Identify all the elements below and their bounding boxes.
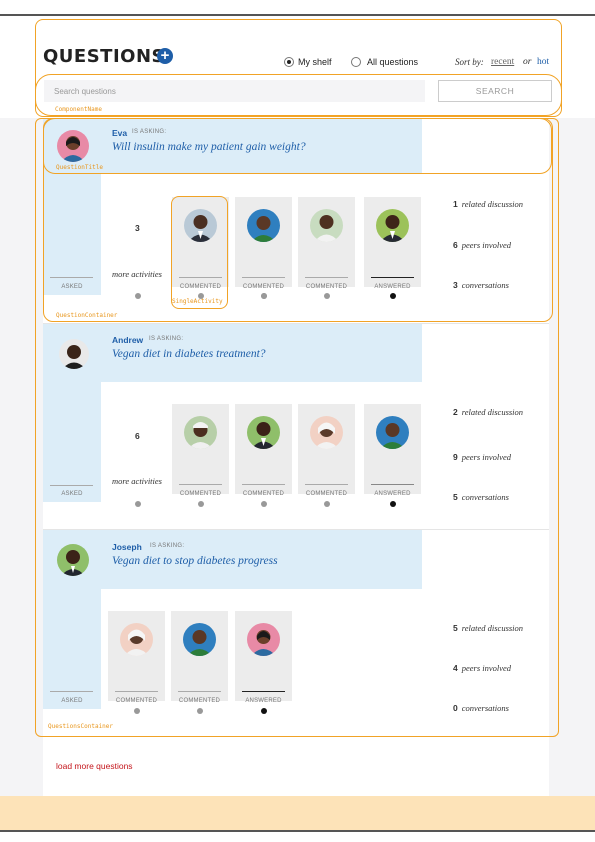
search-outline xyxy=(35,74,562,116)
annotation-component-name: ComponentName xyxy=(55,106,102,113)
footer-band xyxy=(0,796,595,830)
load-more-link[interactable]: load more questions xyxy=(56,761,133,771)
bottom-rule xyxy=(0,830,595,832)
annotation-questions-container: QuestionsContainer xyxy=(48,723,114,730)
top-rule xyxy=(0,14,595,16)
questions-container-outline xyxy=(35,118,559,737)
